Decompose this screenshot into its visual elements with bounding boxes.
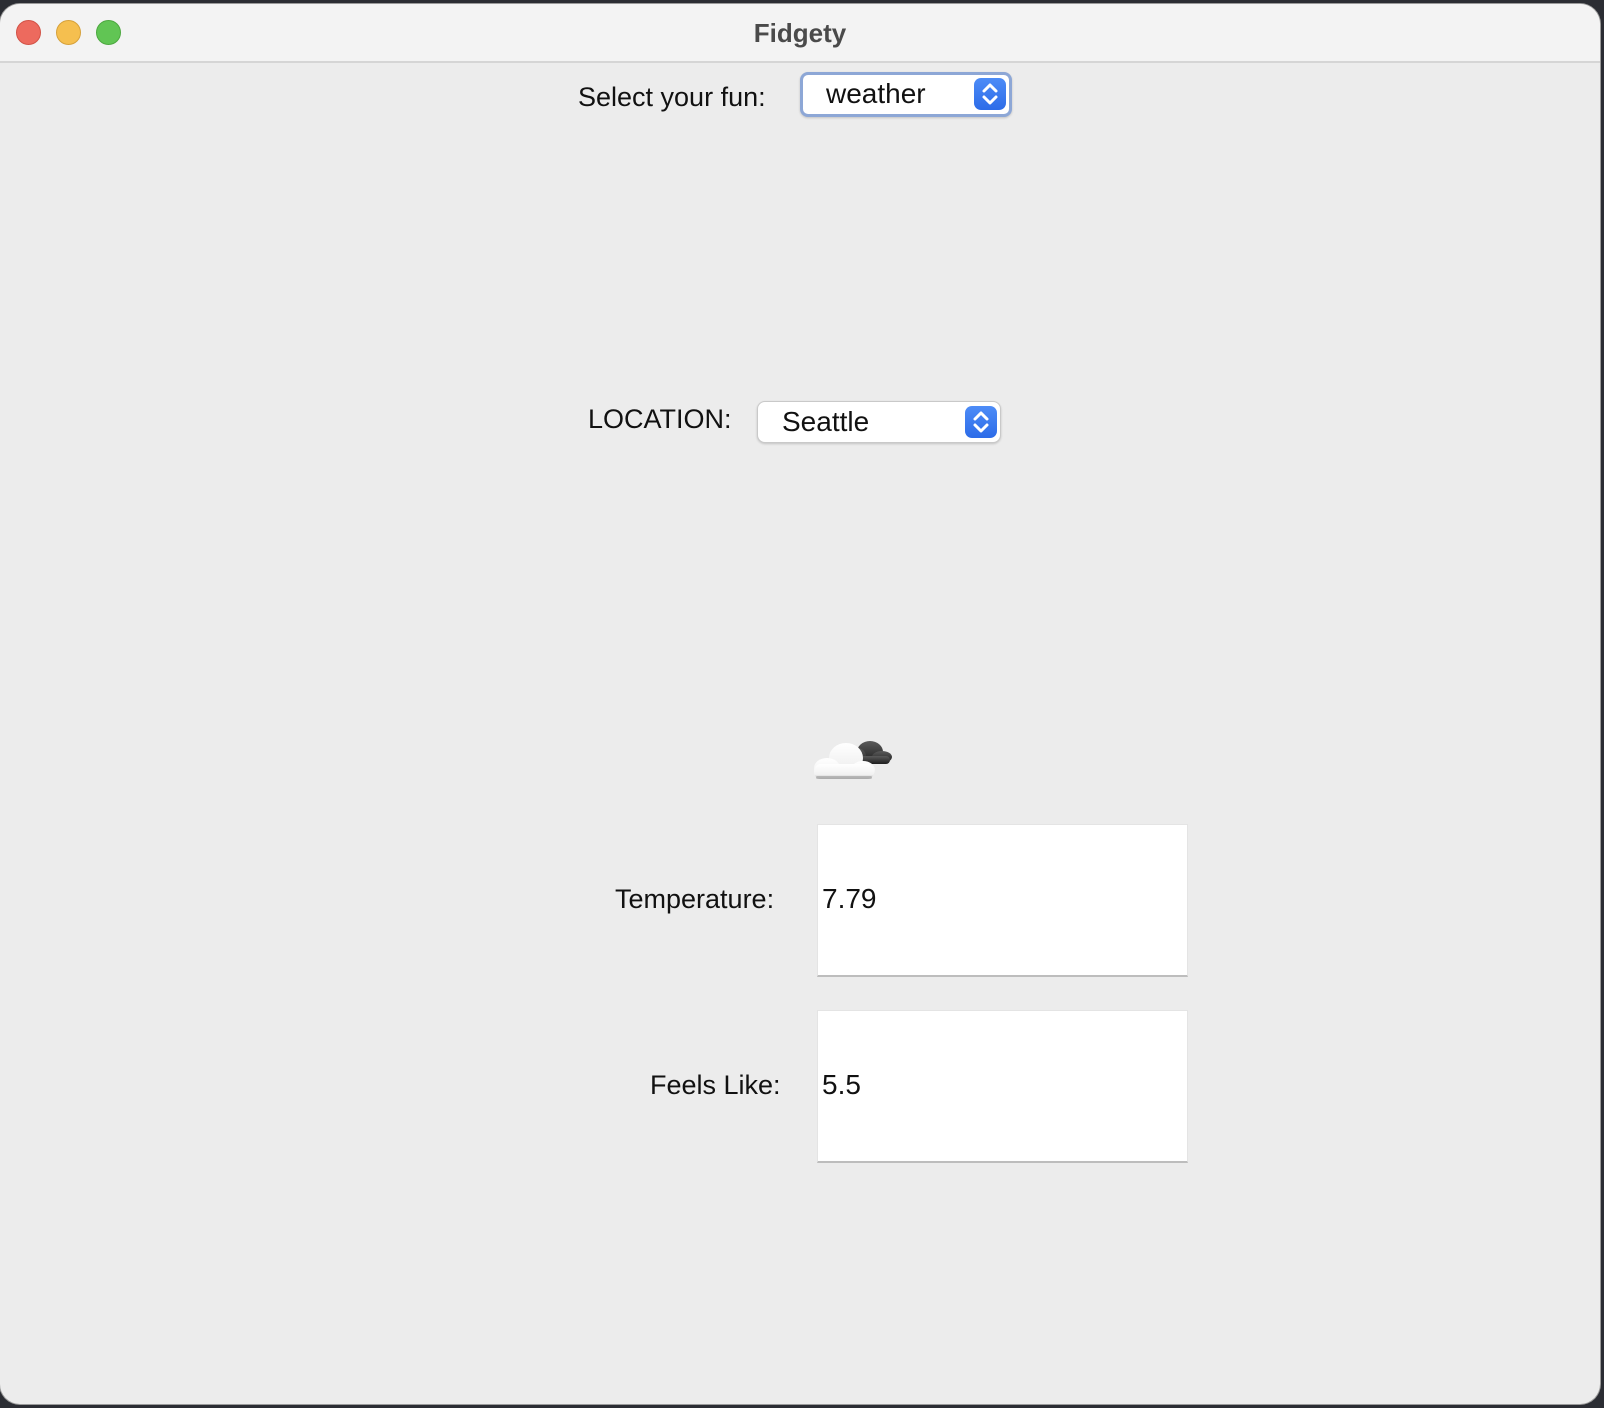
location-select-value: Seattle xyxy=(782,406,870,437)
temperature-value: 7.79 xyxy=(822,883,877,914)
feels-like-value: 5.5 xyxy=(822,1069,861,1100)
app-window: Fidgety Select your fun: weather LOCATIO… xyxy=(0,4,1600,1404)
partly-cloudy-icon xyxy=(810,734,896,790)
fun-select[interactable]: weather xyxy=(800,72,1012,117)
fun-select-value: weather xyxy=(826,78,926,109)
fun-select-label: Select your fun: xyxy=(578,82,766,112)
title-bar[interactable]: Fidgety xyxy=(0,4,1600,63)
temperature-label: Temperature: xyxy=(615,884,775,914)
chevron-up-down-icon xyxy=(965,406,997,438)
location-label: LOCATION: xyxy=(588,404,732,434)
feels-like-field[interactable]: 5.5 xyxy=(817,1010,1188,1163)
chevron-up-down-icon xyxy=(974,78,1006,110)
window-title: Fidgety xyxy=(753,18,847,48)
location-select[interactable]: Seattle xyxy=(757,401,1001,443)
temperature-field[interactable]: 7.79 xyxy=(817,824,1188,977)
feels-like-label: Feels Like: xyxy=(650,1070,781,1100)
